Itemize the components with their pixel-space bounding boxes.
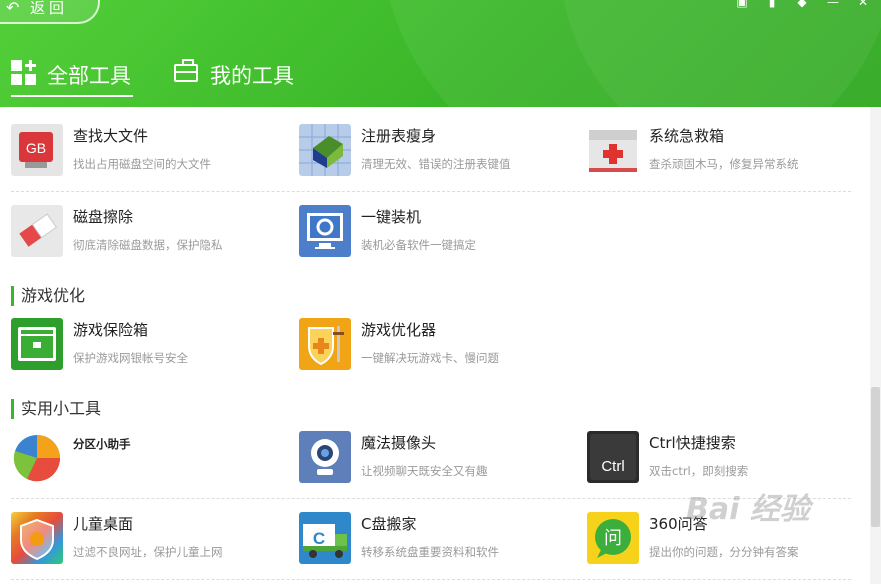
- tool-name: 一键装机: [361, 208, 422, 226]
- tool-desc: 装机必备软件一键搞定: [361, 238, 476, 252]
- tool-system-rescue[interactable]: 系统急救箱 查杀顽固木马，修复异常系统: [587, 124, 867, 178]
- tool-desc: 清理无效、错误的注册表键值: [361, 157, 511, 171]
- toolbox-icon: [174, 59, 200, 86]
- tool-name: 儿童桌面: [73, 515, 134, 533]
- tool-desc: 彻底清除磁盘数据，保护隐私: [73, 238, 223, 252]
- tool-name: 系统急救箱: [649, 127, 725, 145]
- back-button[interactable]: ↶ 返回: [0, 0, 100, 24]
- tool-desc: 双击ctrl，即刻搜索: [649, 464, 749, 478]
- eraser-icon: [11, 205, 63, 257]
- safe-box-icon: [11, 318, 63, 370]
- minimize-icon[interactable]: —: [826, 0, 840, 9]
- tab-label: 我的工具: [210, 64, 294, 88]
- question-bubble-icon: 问: [587, 512, 639, 564]
- monitor-install-icon: [299, 205, 351, 257]
- tool-magic-camera[interactable]: 魔法摄像头 让视频聊天既安全又有趣: [299, 431, 579, 485]
- tool-game-vault[interactable]: 游戏保险箱 保护游戏网银帐号安全: [11, 318, 291, 372]
- ctrl-key-icon: Ctrl: [587, 431, 639, 483]
- active-tab-underline: [11, 95, 133, 97]
- tool-name: 魔法摄像头: [361, 434, 437, 452]
- tool-name: 分区小助手: [73, 437, 131, 451]
- tool-disk-wipe[interactable]: 磁盘擦除 彻底清除磁盘数据，保护隐私: [11, 205, 291, 259]
- gb-file-icon: GB: [11, 124, 63, 176]
- svg-text:GB: GB: [26, 140, 46, 156]
- section-title-game: 游戏优化: [11, 286, 85, 306]
- tool-partition-helper[interactable]: 分区小助手: [11, 431, 291, 485]
- tab-label: 全部工具: [47, 64, 131, 88]
- header-bar: ↶ 返回 ▣ ▮ ◆ — ✕ 全部工具 我的工具: [0, 0, 881, 107]
- settings-icon[interactable]: ◆: [795, 0, 809, 9]
- game-shield-icon: [299, 318, 351, 370]
- tool-desc: 转移系统盘重要资料和软件: [361, 545, 499, 559]
- truck-c-icon: C: [299, 512, 351, 564]
- first-aid-kit-icon: [587, 124, 639, 176]
- tool-name: C盘搬家: [361, 515, 417, 533]
- grid-icon: [11, 60, 37, 86]
- tool-name: 游戏保险箱: [73, 321, 149, 339]
- tool-c-mover[interactable]: C C盘搬家 转移系统盘重要资料和软件: [299, 512, 579, 566]
- tool-desc: 查杀顽固木马，修复异常系统: [649, 157, 799, 171]
- tool-name: 注册表瘦身: [361, 127, 437, 145]
- back-label: 返回: [30, 0, 69, 17]
- watermark: Bai 经验: [686, 492, 810, 527]
- registry-cube-icon: [299, 124, 351, 176]
- pie-chart-icon: [11, 431, 63, 483]
- tool-desc: 一键解决玩游戏卡、慢问题: [361, 351, 499, 365]
- back-arrow-icon: ↶: [6, 0, 20, 17]
- menu-icon[interactable]: ▮: [765, 0, 779, 9]
- tool-registry-slim[interactable]: 注册表瘦身 清理无效、错误的注册表键值: [299, 124, 579, 178]
- tool-desc: 保护游戏网银帐号安全: [73, 351, 188, 365]
- skin-icon[interactable]: ▣: [735, 0, 749, 9]
- webcam-icon: [299, 431, 351, 483]
- tool-desc: 找出占用磁盘空间的大文件: [73, 157, 211, 171]
- tab-all-tools[interactable]: 全部工具: [11, 60, 133, 98]
- divider: [11, 579, 851, 580]
- tool-find-big-file[interactable]: GB 查找大文件 找出占用磁盘空间的大文件: [11, 124, 291, 178]
- tool-game-optimizer[interactable]: 游戏优化器 一键解决玩游戏卡、慢问题: [299, 318, 579, 372]
- tool-name: 查找大文件: [73, 127, 149, 145]
- tab-my-tools[interactable]: 我的工具: [174, 59, 294, 98]
- tool-desc: 提出你的问题，分分钟有答案: [649, 545, 799, 559]
- svg-text:问: 问: [604, 528, 622, 549]
- tool-one-click-install[interactable]: 一键装机 装机必备软件一键搞定: [299, 205, 579, 259]
- tool-name: 磁盘擦除: [73, 208, 134, 226]
- tool-kids-desktop[interactable]: 儿童桌面 过滤不良网址，保护儿童上网: [11, 512, 291, 566]
- tool-desc: 过滤不良网址，保护儿童上网: [73, 545, 223, 559]
- divider: [11, 191, 851, 192]
- tool-desc: 让视频聊天既安全又有趣: [361, 464, 488, 478]
- rainbow-shield-icon: [11, 512, 63, 564]
- svg-text:C: C: [313, 529, 325, 548]
- close-icon[interactable]: ✕: [856, 0, 870, 9]
- tool-ctrl-search[interactable]: Ctrl Ctrl快捷搜索 双击ctrl，即刻搜索: [587, 431, 867, 485]
- tool-name: 游戏优化器: [361, 321, 437, 339]
- section-title-utility: 实用小工具: [11, 399, 101, 419]
- tool-name: Ctrl快捷搜索: [649, 434, 736, 452]
- svg-text:Ctrl: Ctrl: [601, 458, 624, 475]
